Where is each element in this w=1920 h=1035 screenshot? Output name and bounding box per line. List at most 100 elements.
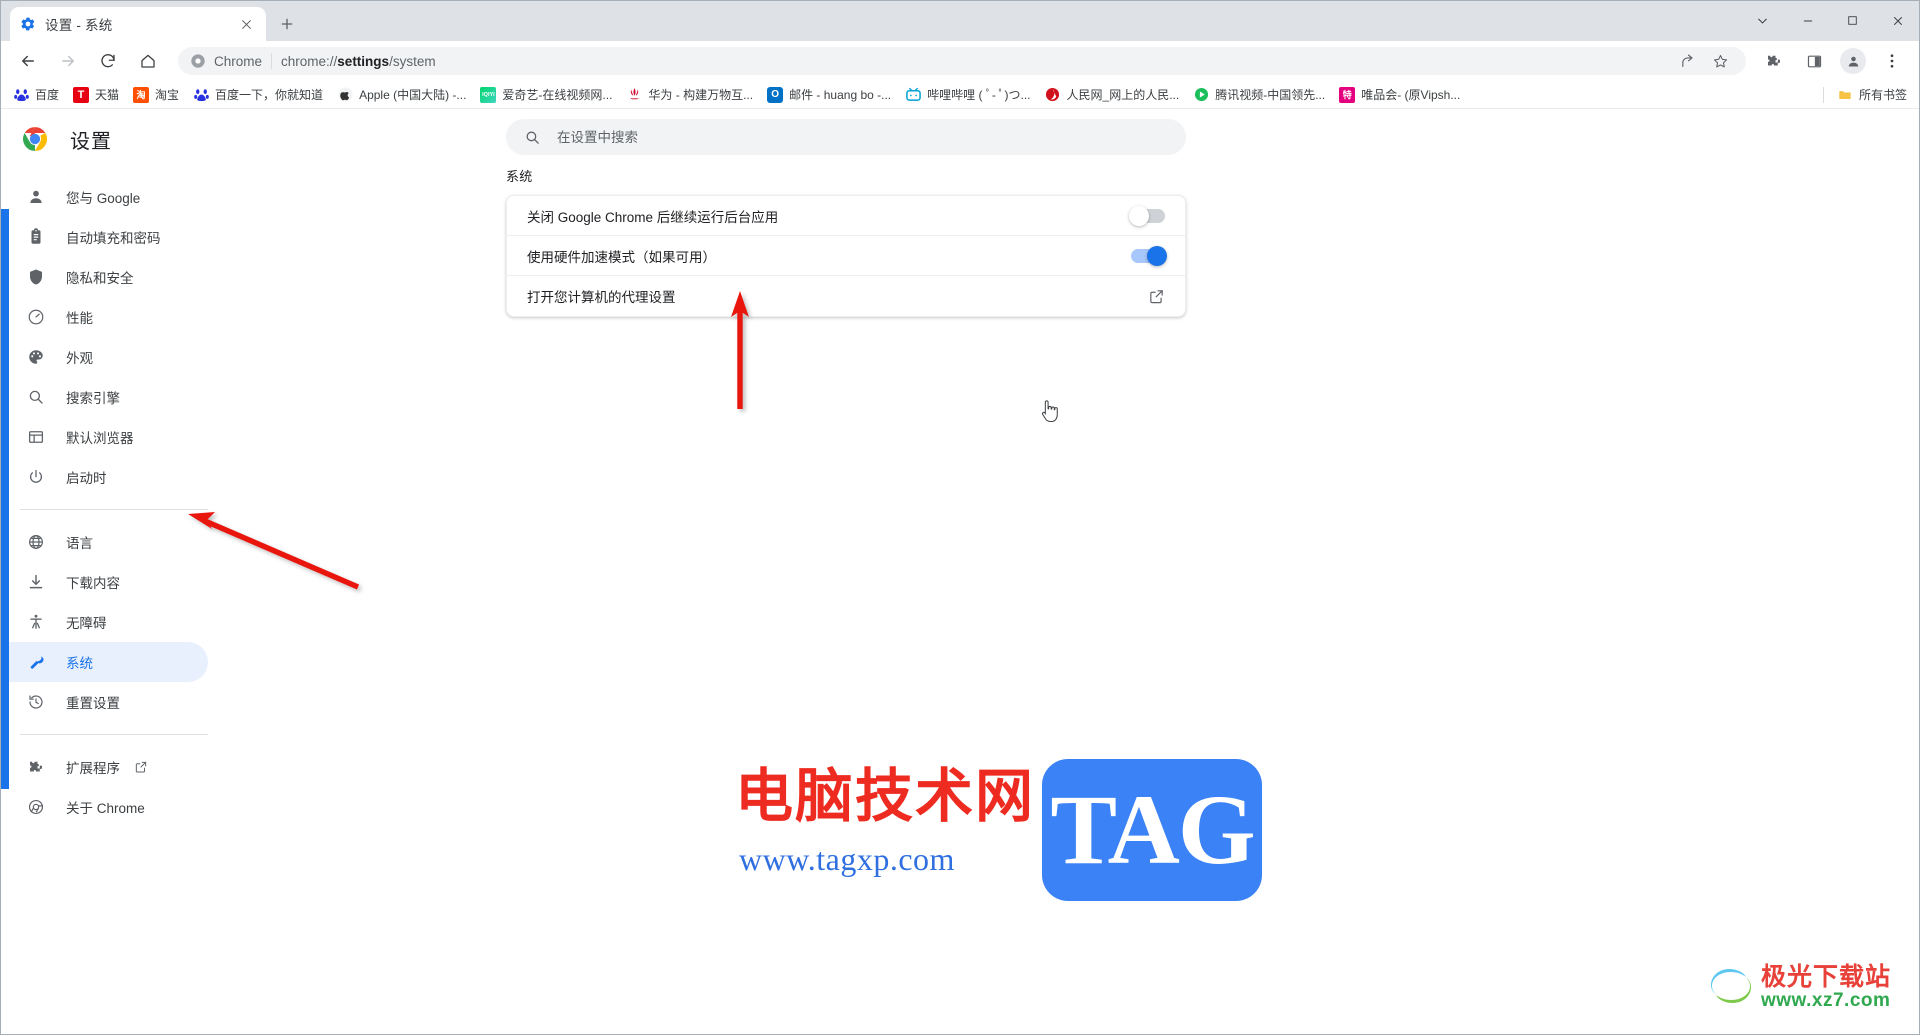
sidebar-item-privacy-security[interactable]: 隐私和安全	[0, 257, 208, 297]
search-input[interactable]	[557, 129, 1168, 145]
sidebar-item-autofill-passwords[interactable]: 自动填充和密码	[0, 217, 208, 257]
address-bar[interactable]: Chrome chrome://settings/system	[178, 47, 1746, 75]
maximize-button[interactable]	[1830, 5, 1875, 37]
bilibili-icon	[905, 87, 921, 103]
sidebar-item-label: 无障碍	[66, 616, 107, 631]
bookmark-item[interactable]: 华为 - 构建万物互...	[619, 84, 760, 106]
sidebar-item-label: 启动时	[66, 471, 107, 486]
bookmark-item[interactable]: O 邮件 - huang bo -...	[760, 84, 898, 106]
setting-row-hardware-acceleration[interactable]: 使用硬件加速模式（如果可用）	[507, 236, 1185, 276]
sidebar-item-search-engine[interactable]: 搜索引擎	[0, 377, 208, 417]
setting-row-background-apps[interactable]: 关闭 Google Chrome 后继续运行后台应用	[507, 196, 1185, 236]
omnibox-chip-label: Chrome	[214, 53, 263, 69]
star-icon[interactable]	[1706, 47, 1734, 75]
iqiyi-icon: IQIYI	[480, 86, 497, 103]
tabstrip-left-pad	[0, 0, 10, 41]
bookmark-item[interactable]: 淘 淘宝	[126, 84, 186, 106]
watermark-site-name: 电脑技术网	[735, 762, 1036, 830]
bookmark-item[interactable]: 腾讯视频-中国领先...	[1186, 84, 1332, 106]
omnibox-url: chrome://settings/system	[281, 54, 436, 69]
bookmark-item[interactable]: 百度	[6, 84, 66, 106]
speedometer-icon	[26, 307, 46, 327]
close-icon[interactable]	[236, 14, 256, 34]
sidebar-item-system[interactable]: 系统	[0, 642, 208, 682]
three-dots-icon[interactable]	[1878, 47, 1906, 75]
bookmark-label: 淘宝	[155, 88, 180, 102]
sidebar-item-label: 您与 Google	[66, 191, 141, 206]
watermark-xz7: 极光下载站 www.xz7.com	[1705, 955, 1905, 1021]
bookmark-item[interactable]: Apple (中国大陆) -...	[330, 84, 473, 106]
forward-icon[interactable]	[54, 47, 82, 75]
people-cn-icon	[1045, 87, 1061, 103]
share-icon[interactable]	[1674, 47, 1702, 75]
sidebar-item-on-startup[interactable]: 启动时	[0, 457, 208, 497]
browser-tab[interactable]: 设置 - 系统	[10, 7, 266, 41]
clipboard-icon	[26, 227, 46, 247]
side-panel-icon[interactable]	[1800, 47, 1828, 75]
sidebar-item-appearance[interactable]: 外观	[0, 337, 208, 377]
sidebar-item-accessibility[interactable]: 无障碍	[0, 602, 208, 642]
hardware-acceleration-toggle[interactable]	[1131, 245, 1167, 266]
taobao-icon: 淘	[133, 86, 150, 103]
sidebar-item-label: 关于 Chrome	[66, 801, 145, 816]
page-title: 设置	[70, 130, 112, 153]
sidebar-item-you-and-google[interactable]: 您与 Google	[0, 177, 208, 217]
tab-search-chevron-icon[interactable]	[1740, 5, 1785, 37]
puzzle-icon[interactable]	[1760, 47, 1788, 75]
sidebar-item-label: 默认浏览器	[66, 431, 134, 446]
tmall-icon: T	[73, 86, 90, 103]
browser-toolbar: Chrome chrome://settings/system	[0, 41, 1920, 81]
huawei-icon	[626, 87, 642, 103]
sidebar-item-languages[interactable]: 语言	[0, 522, 208, 562]
bookmark-label: 人民网_网上的人民...	[1066, 88, 1180, 102]
setting-row-proxy-settings[interactable]: 打开您计算机的代理设置	[507, 276, 1185, 316]
close-button[interactable]	[1875, 5, 1920, 37]
sidebar-item-label: 系统	[66, 656, 93, 671]
wrench-icon	[26, 652, 46, 672]
window-controls	[1740, 0, 1920, 41]
bookmarks-divider	[1822, 86, 1824, 103]
reload-icon[interactable]	[94, 47, 122, 75]
chrome-icon	[190, 53, 206, 69]
download-icon	[26, 572, 46, 592]
url-prefix: chrome://	[281, 53, 338, 69]
sidebar-item-about-chrome[interactable]: 关于 Chrome	[0, 787, 208, 827]
all-bookmarks-button[interactable]: 所有书签	[1830, 84, 1914, 106]
sidebar-item-downloads[interactable]: 下载内容	[0, 562, 208, 602]
bookmarks-bar: 百度 T 天猫 淘 淘宝 百度一下，你就知道 Apple (中国大陆) -...…	[0, 81, 1920, 109]
settings-page: 设置 您与 Google 自动填充和密码 隐私和安全 性能 外观 搜索引擎 默认…	[0, 109, 1920, 1035]
bookmark-item[interactable]: 人民网_网上的人民...	[1038, 84, 1187, 106]
bookmark-item[interactable]: 百度一下，你就知道	[186, 84, 330, 106]
sidebar-item-performance[interactable]: 性能	[0, 297, 208, 337]
sidebar-item-reset-settings[interactable]: 重置设置	[0, 682, 208, 722]
xz7-logo-icon	[1705, 963, 1757, 1014]
bookmark-label: 邮件 - huang bo -...	[789, 88, 892, 102]
new-tab-button[interactable]	[272, 9, 302, 39]
home-icon[interactable]	[134, 47, 162, 75]
minimize-button[interactable]	[1785, 5, 1830, 37]
bookmark-item[interactable]: IQIYI 爱奇艺-在线视频网...	[473, 84, 619, 106]
sidebar-item-label: 扩展程序	[66, 761, 120, 776]
url-suffix: /system	[389, 53, 436, 69]
sidebar-item-default-browser[interactable]: 默认浏览器	[0, 417, 208, 457]
watermark-tag-badge: TAG	[1042, 759, 1262, 901]
chrome-icon	[26, 797, 46, 817]
search-icon	[26, 387, 46, 407]
sidebar-item-label: 语言	[66, 536, 93, 551]
settings-search[interactable]	[506, 119, 1186, 155]
avatar[interactable]	[1840, 48, 1866, 74]
bookmark-label: 百度	[35, 88, 60, 102]
background-apps-toggle[interactable]	[1129, 205, 1165, 226]
bookmark-item[interactable]: 哔哩哔哩 ( ﾟ- ﾟ)つ...	[898, 84, 1037, 106]
back-icon[interactable]	[14, 47, 42, 75]
external-link-icon[interactable]	[1148, 288, 1165, 305]
chrome-logo	[22, 126, 48, 152]
bookmark-item[interactable]: T 天猫	[66, 84, 126, 106]
sidebar-item-extensions[interactable]: 扩展程序	[0, 747, 208, 787]
sidebar-item-label: 性能	[66, 311, 93, 326]
bookmark-item[interactable]: 特 唯品会- (原Vipsh...	[1332, 84, 1467, 106]
watermark-tagxp: 电脑技术网 www.tagxp.com TAG	[735, 759, 1265, 909]
all-bookmarks-label: 所有书签	[1858, 88, 1907, 102]
globe-icon	[26, 532, 46, 552]
sidebar-item-label: 下载内容	[66, 576, 120, 591]
